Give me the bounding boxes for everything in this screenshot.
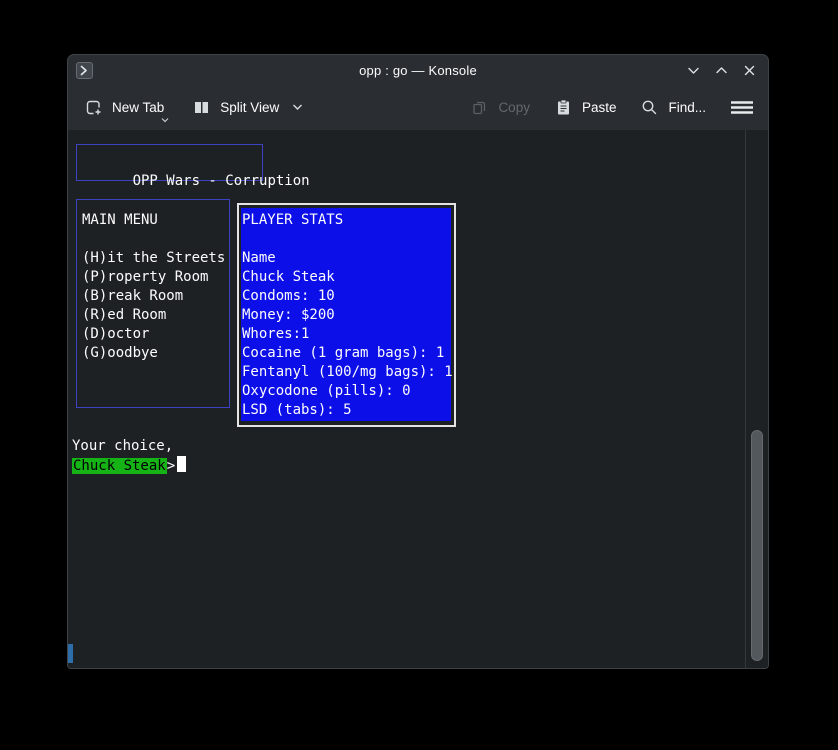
menu-item: (R)ed Room — [82, 306, 229, 325]
titlebar[interactable]: opp : go — Konsole — [68, 55, 768, 85]
split-view-button[interactable]: Split View — [192, 98, 304, 117]
chevron-down-icon[interactable] — [291, 103, 304, 112]
stat-line: LSD (tabs): 5 — [242, 401, 451, 420]
menu-item: (B)reak Room — [82, 287, 229, 306]
close-icon[interactable] — [742, 63, 757, 78]
paste-icon — [554, 98, 573, 117]
prompt-char: > — [167, 458, 175, 474]
menu-item: (H)it the Streets — [82, 249, 229, 268]
terminal-cursor — [177, 456, 186, 472]
window-title: opp : go — Konsole — [68, 63, 768, 78]
player-name-highlight: Chuck Steak — [72, 458, 167, 474]
toolbar: New Tab Split View — [68, 85, 768, 130]
konsole-window: opp : go — Konsole New Tab — [68, 55, 768, 668]
player-stats-box: PLAYER STATS NameChuck SteakCondoms: 10M… — [237, 203, 456, 427]
prompt-question: Your choice, — [72, 437, 173, 456]
menu-item: (G)oodbye — [82, 344, 229, 363]
prompt-input-line[interactable]: Chuck Steak> — [72, 456, 186, 476]
game-banner-box: OPP Wars - Corruption — [76, 144, 263, 181]
terminal-scrollbar[interactable] — [745, 130, 768, 668]
copy-label: Copy — [498, 100, 530, 115]
new-tab-label: New Tab — [112, 100, 164, 115]
split-view-label: Split View — [220, 100, 279, 115]
stat-line: Oxycodone (pills): 0 — [242, 382, 451, 401]
terminal-display[interactable]: OPP Wars - Corruption MAIN MENU (H)it th… — [68, 130, 768, 668]
player-stats-lines: NameChuck SteakCondoms: 10Money: $200Who… — [242, 249, 451, 420]
new-tab-icon — [84, 98, 103, 117]
menu-item: (P)roperty Room — [82, 268, 229, 287]
main-menu-title: MAIN MENU — [82, 211, 229, 230]
stat-line: Money: $200 — [242, 306, 451, 325]
stat-line: Whores:1 — [242, 325, 451, 344]
stat-line: Cocaine (1 gram bags): 1 — [242, 344, 451, 363]
minimize-icon[interactable] — [686, 63, 701, 78]
player-stats-title: PLAYER STATS — [242, 211, 451, 230]
main-menu-items: (H)it the Streets(P)roperty Room(B)reak … — [82, 249, 229, 363]
konsole-app-icon — [76, 62, 93, 79]
new-tab-button[interactable]: New Tab — [84, 98, 164, 117]
find-button[interactable]: Find... — [640, 98, 706, 117]
stat-line: Chuck Steak — [242, 268, 451, 287]
copy-button[interactable]: Copy — [470, 98, 530, 117]
game-banner-text: OPP Wars - Corruption — [133, 173, 310, 189]
hamburger-menu-icon[interactable] — [730, 98, 754, 117]
paste-label: Paste — [582, 100, 617, 115]
dropdown-caret-icon[interactable] — [160, 117, 170, 124]
stat-line: Name — [242, 249, 451, 268]
copy-icon — [470, 98, 489, 117]
menu-item: (D)octor — [82, 325, 229, 344]
player-stats-fill: PLAYER STATS NameChuck SteakCondoms: 10M… — [241, 208, 451, 421]
scrollbar-thumb[interactable] — [751, 430, 763, 661]
split-view-icon — [192, 98, 211, 117]
paste-button[interactable]: Paste — [554, 98, 617, 117]
main-menu-box: MAIN MENU (H)it the Streets(P)roperty Ro… — [76, 199, 230, 408]
stat-line: Condoms: 10 — [242, 287, 451, 306]
output-activity-indicator — [68, 644, 73, 663]
maximize-icon[interactable] — [714, 63, 729, 78]
search-icon — [640, 98, 659, 117]
find-label: Find... — [668, 100, 706, 115]
stat-line: Fentanyl (100/mg bags): 1 — [242, 363, 451, 382]
